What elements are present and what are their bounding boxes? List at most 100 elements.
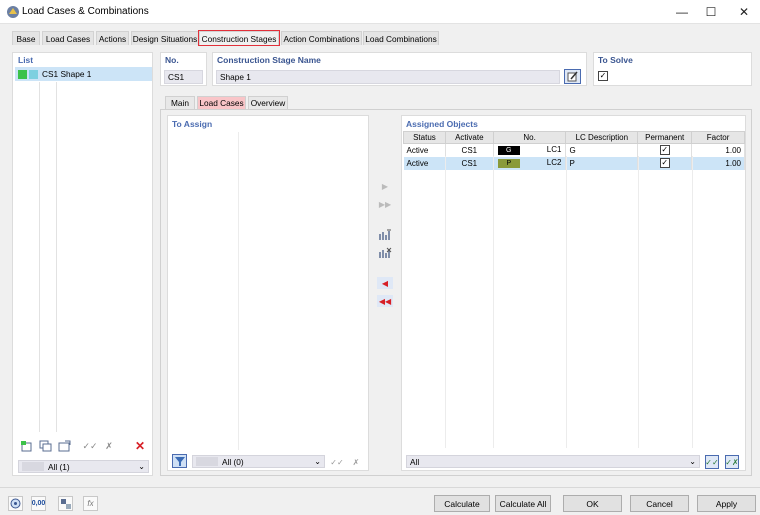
uncheck-all-icon[interactable]: ✗ [349,455,363,469]
decimal-places-icon[interactable]: 0,00 [31,496,46,511]
to-assign-filter-dropdown[interactable]: All (0) ⌄ [192,455,325,468]
list-item-label: CS1 Shape 1 [42,69,92,79]
no-label: No. [165,55,179,65]
filter-swatch [196,457,218,466]
divider [238,132,239,450]
minimize-button[interactable]: — [667,0,697,24]
assigned-filter-value: All [410,456,420,467]
filter-button[interactable] [172,454,187,468]
divider [493,156,494,448]
tab-design-situations[interactable]: Design Situations [131,31,199,45]
edit-name-button[interactable] [564,69,581,84]
assigned-panel: Assigned Objects Status Activate No. LC … [401,115,746,471]
subtab-overview[interactable]: Overview [248,96,288,109]
list-filter-dropdown[interactable]: All (1) ⌄ [18,460,149,473]
sub-tabs: Main Load Cases Overview [165,96,295,109]
list-item[interactable]: CS1 Shape 1 [15,67,152,81]
col-status: Status [403,131,446,144]
calculate-button[interactable]: Calculate [434,495,490,512]
assigned-filter-dropdown[interactable]: All ⌄ [406,455,700,468]
list-panel: List CS1 Shape 1 ✓✓ ✗ ✕ All (1) ⌄ [12,52,153,476]
tab-base[interactable]: Base [12,31,40,45]
tab-action-combinations[interactable]: Action Combinations [281,31,362,45]
col-activate: Activate [444,131,494,144]
uncheck-all-icon[interactable]: ✓✗ [725,455,739,469]
subtab-load-cases[interactable]: Load Cases [197,96,246,109]
close-button[interactable]: ✕ [729,0,759,24]
table-row[interactable]: Active CS1 G LC1 G ✓ 1.00 [403,143,745,157]
tab-actions[interactable]: Actions [96,31,129,45]
to-solve-label: To Solve [598,55,633,65]
activate-cell[interactable]: CS1 [445,143,494,157]
window-title: Load Cases & Combinations [22,6,149,17]
permanent-cell: ✓ [637,143,693,157]
help-icon[interactable] [8,496,23,511]
to-solve-checkbox[interactable]: ✓ [598,71,608,81]
check-all-icon[interactable]: ✓✓ [82,439,97,453]
copy-item-icon[interactable] [38,439,52,453]
lc-number: LC2 [546,158,562,167]
table-row[interactable]: Active CS1 P LC2 P ✓ 1.00 [403,156,745,170]
tab-load-combinations[interactable]: Load Combinations [363,31,439,45]
footer-divider [0,487,760,488]
factor-cell[interactable]: 1.00 [691,143,745,157]
divider [638,156,639,448]
divider [445,156,446,448]
chevron-down-icon: ⌄ [138,462,145,471]
assign-selected-button[interactable]: ▶ [377,180,393,192]
activate-cell[interactable]: CS1 [445,156,494,170]
check-all-icon[interactable]: ✓✓ [705,455,719,469]
tab-construction-stages[interactable]: Construction Stages [198,30,280,46]
factor-cell[interactable]: 1.00 [691,156,745,170]
divider [56,82,57,432]
check-all-icon[interactable]: ✓✓ [330,455,344,469]
chevron-down-icon: ⌄ [689,457,696,466]
assign-all-button[interactable]: ▶▶ [377,198,393,210]
apply-button[interactable]: Apply [697,495,756,512]
col-lc-description: LC Description [565,131,639,144]
units-icon[interactable] [58,496,73,511]
uncheck-all-icon[interactable]: ✗ [102,439,116,453]
col-permanent: Permanent [637,131,693,144]
lc-number: LC1 [546,145,562,155]
load-tag: G [497,146,520,156]
assigned-header: Assigned Objects [406,119,478,129]
remove-all-button[interactable]: ◀◀ [377,295,393,307]
desc-cell: G [565,143,639,157]
calculate-all-button[interactable]: Calculate All [495,495,551,512]
permanent-checkbox[interactable]: ✓ [659,158,670,168]
rename-item-icon[interactable] [57,439,71,453]
to-assign-panel: To Assign All (0) ⌄ ✓✓ ✗ [167,115,369,471]
subtab-main[interactable]: Main [165,96,195,109]
color-swatch [18,69,27,79]
status-cell: Active [403,143,446,157]
to-assign-filter-value: All (0) [222,456,244,467]
filter-swatch [22,462,44,471]
new-item-icon[interactable] [19,439,33,453]
tab-load-cases[interactable]: Load Cases [42,31,94,45]
permanent-checkbox[interactable]: ✓ [659,145,670,156]
delete-icon[interactable]: ✕ [133,439,147,453]
remove-selected-button[interactable]: ◀ [377,277,393,289]
no-cell: P LC2 [493,156,567,170]
name-label: Construction Stage Name [217,55,321,65]
formula-icon[interactable]: fx [83,496,98,511]
list-header: List [18,55,34,65]
to-assign-header: To Assign [172,119,213,129]
permanent-cell: ✓ [637,156,693,170]
title-bar: Load Cases & Combinations — ☐ ✕ [0,0,760,24]
col-no: No. [492,131,567,144]
maximize-button[interactable]: ☐ [696,0,726,24]
divider [566,156,567,448]
chevron-down-icon: ⌄ [314,457,321,466]
no-field[interactable]: CS1 [164,70,203,84]
cancel-button[interactable]: Cancel [630,495,689,512]
list-filter-value: All (1) [48,461,70,472]
assign-filtered-icon[interactable] [377,228,393,242]
remove-filtered-icon[interactable] [377,246,393,260]
color-swatch [29,69,38,79]
status-cell: Active [403,156,446,170]
name-field[interactable]: Shape 1 [216,70,560,84]
ok-button[interactable]: OK [563,495,622,512]
desc-cell: P [565,156,639,170]
